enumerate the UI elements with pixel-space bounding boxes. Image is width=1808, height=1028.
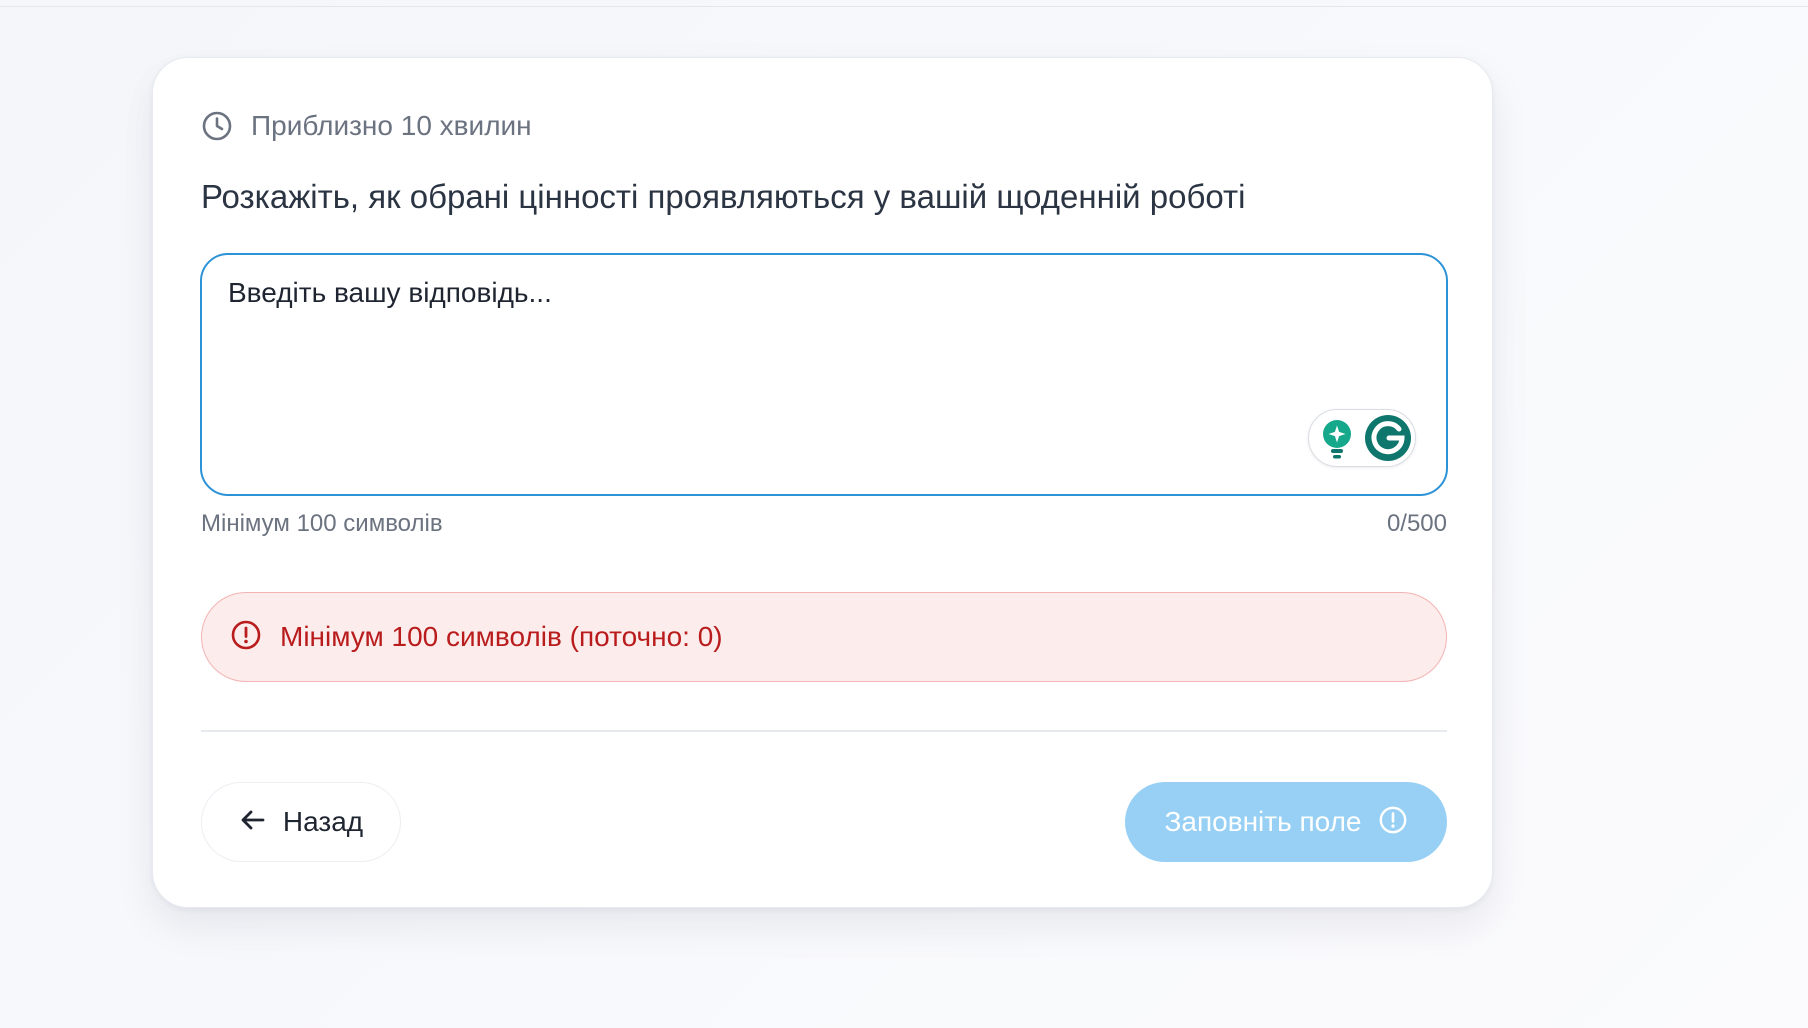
alert-circle-icon [230, 619, 262, 656]
time-estimate: Приблизно 10 хвилин [201, 110, 532, 142]
answer-helper-row: Мінімум 100 символів 0/500 [201, 510, 1447, 538]
question-title: Розкажіть, як обрані цінності проявляють… [201, 178, 1246, 215]
char-counter: 0/500 [1386, 510, 1447, 537]
error-alert: Мінімум 100 символів (поточно: 0) [201, 592, 1447, 682]
grammarly-widget[interactable] [1308, 409, 1416, 467]
answer-placeholder: Введіть вашу відповідь... [228, 277, 552, 308]
time-estimate-label: Приблизно 10 хвилин [251, 110, 532, 141]
answer-textarea[interactable]: Введіть вашу відповідь... [200, 253, 1448, 496]
back-button[interactable]: Назад [201, 782, 401, 862]
top-divider [0, 6, 1808, 7]
arrow-left-icon [239, 806, 267, 839]
fill-field-button-label: Заповніть поле [1164, 806, 1362, 837]
grammarly-logo-icon[interactable] [1364, 414, 1412, 467]
fill-field-button[interactable]: Заповніть поле [1125, 782, 1447, 862]
lightbulb-icon[interactable] [1321, 418, 1353, 465]
clock-icon [201, 110, 233, 142]
min-length-hint: Мінімум 100 символів [201, 510, 443, 537]
error-message: Мінімум 100 символів (поточно: 0) [280, 621, 723, 652]
footer-divider [201, 730, 1447, 732]
back-button-label: Назад [282, 806, 364, 837]
question-card: Приблизно 10 хвилин Розкажіть, як обрані… [152, 57, 1493, 908]
alert-circle-icon [1378, 805, 1408, 840]
